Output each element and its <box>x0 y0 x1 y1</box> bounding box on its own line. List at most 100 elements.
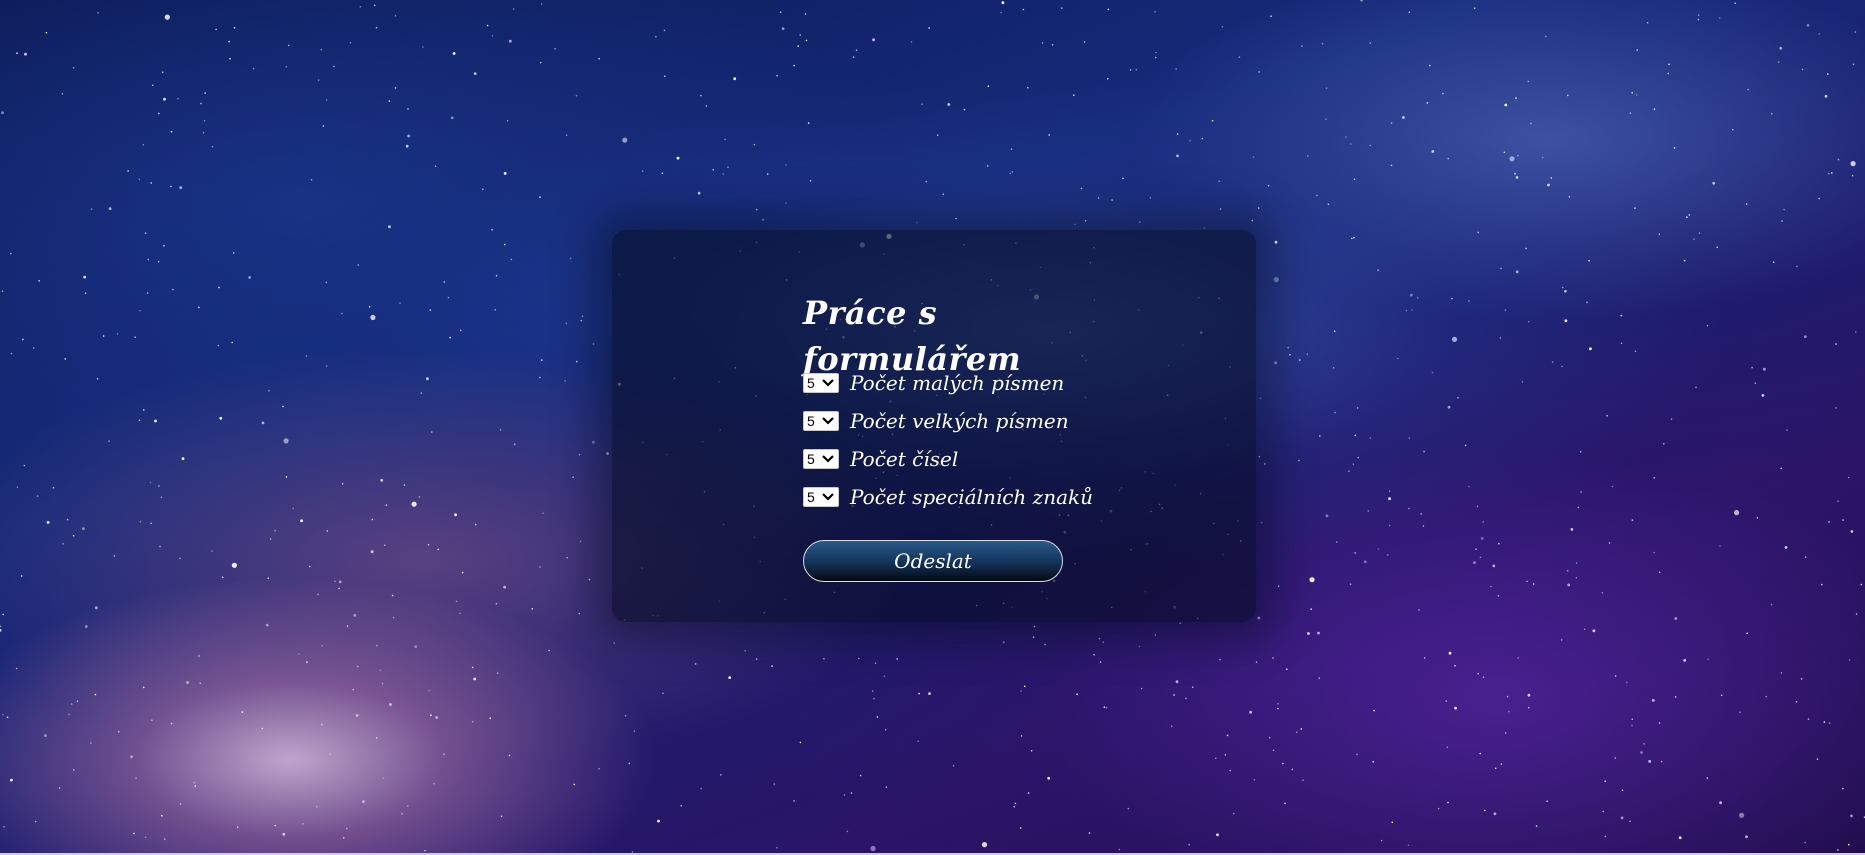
star <box>1854 331 1857 333</box>
star <box>321 723 323 726</box>
star <box>1850 530 1854 533</box>
star <box>855 49 858 51</box>
star <box>1302 779 1304 781</box>
star <box>1493 812 1497 816</box>
star <box>1309 577 1315 583</box>
star <box>1345 136 1347 138</box>
select-value: 5 <box>807 413 815 429</box>
uppercase-count-select[interactable]: 5 <box>803 411 839 431</box>
star <box>1274 240 1278 244</box>
star <box>179 557 181 560</box>
star <box>267 577 270 579</box>
star <box>326 530 329 532</box>
field-row-special: 5 Počet speciálních znaků <box>803 478 1103 516</box>
star <box>1779 46 1783 50</box>
star <box>94 693 97 696</box>
star <box>580 319 583 322</box>
star <box>508 39 512 43</box>
star <box>1686 216 1688 218</box>
star <box>633 730 636 732</box>
star <box>392 616 395 619</box>
star <box>572 476 574 479</box>
star <box>159 545 161 548</box>
star <box>779 11 782 13</box>
star <box>1226 734 1229 737</box>
star <box>942 193 945 195</box>
star <box>1407 844 1410 846</box>
star <box>1277 585 1280 587</box>
star <box>606 452 609 455</box>
star <box>1480 537 1484 540</box>
star <box>1388 497 1391 501</box>
star <box>346 625 349 627</box>
star <box>1604 835 1607 838</box>
star <box>407 134 410 138</box>
star <box>1411 309 1413 311</box>
star <box>1023 685 1026 688</box>
star <box>158 112 160 115</box>
numbers-count-select[interactable]: 5 <box>803 449 839 469</box>
star <box>539 566 541 568</box>
star <box>300 519 303 523</box>
star <box>450 116 454 120</box>
chevron-down-icon <box>822 455 834 463</box>
star <box>1191 686 1194 688</box>
star <box>1848 843 1850 846</box>
star <box>1219 658 1221 661</box>
star <box>135 777 137 779</box>
star <box>1076 693 1078 695</box>
star <box>513 443 516 446</box>
star <box>793 800 795 802</box>
star <box>921 103 923 105</box>
star <box>334 580 336 583</box>
star <box>399 302 401 304</box>
star <box>102 335 105 337</box>
star <box>0 625 2 628</box>
star <box>1221 26 1224 28</box>
star <box>198 655 200 657</box>
star <box>755 208 758 211</box>
star <box>164 14 170 20</box>
star <box>1731 128 1734 131</box>
star <box>359 6 362 8</box>
star <box>1307 632 1310 635</box>
star <box>10 778 13 782</box>
star <box>1746 632 1748 635</box>
star <box>157 260 160 263</box>
star <box>773 783 776 785</box>
special-count-select[interactable]: 5 <box>803 487 839 507</box>
star <box>1697 18 1700 21</box>
star <box>1772 261 1775 264</box>
star <box>1653 108 1656 110</box>
star <box>1527 320 1530 323</box>
star <box>771 665 773 667</box>
star <box>23 464 26 467</box>
star <box>1800 678 1803 680</box>
star <box>797 45 799 47</box>
star <box>1568 196 1571 198</box>
star <box>1837 849 1839 851</box>
star <box>1795 700 1798 703</box>
star <box>1818 197 1820 200</box>
star <box>1514 173 1516 175</box>
star <box>1030 750 1033 752</box>
star <box>46 521 50 524</box>
star <box>1476 505 1479 508</box>
star <box>963 108 966 111</box>
star <box>1575 577 1578 579</box>
submit-button[interactable]: Odeslat <box>803 540 1063 582</box>
star <box>1770 603 1773 606</box>
star <box>1806 23 1810 27</box>
star <box>1301 45 1303 47</box>
uppercase-count-label: Počet velkých písmen <box>850 409 1069 433</box>
star <box>83 275 87 279</box>
star <box>90 742 92 744</box>
star <box>1447 801 1449 804</box>
star <box>401 813 403 815</box>
star <box>564 380 566 382</box>
lowercase-count-select[interactable]: 5 <box>803 373 839 393</box>
lowercase-count-label: Počet malých písmen <box>850 371 1065 395</box>
star <box>1718 17 1721 19</box>
star <box>199 682 202 684</box>
star <box>579 540 582 543</box>
